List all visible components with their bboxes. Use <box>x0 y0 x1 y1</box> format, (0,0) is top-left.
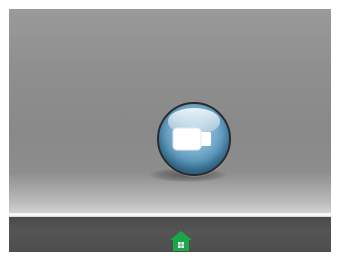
plug-icon <box>172 127 211 151</box>
connect-button[interactable] <box>157 102 231 176</box>
app-frame <box>0 0 340 261</box>
app-screen <box>9 9 331 252</box>
home-icon[interactable] <box>170 230 192 252</box>
